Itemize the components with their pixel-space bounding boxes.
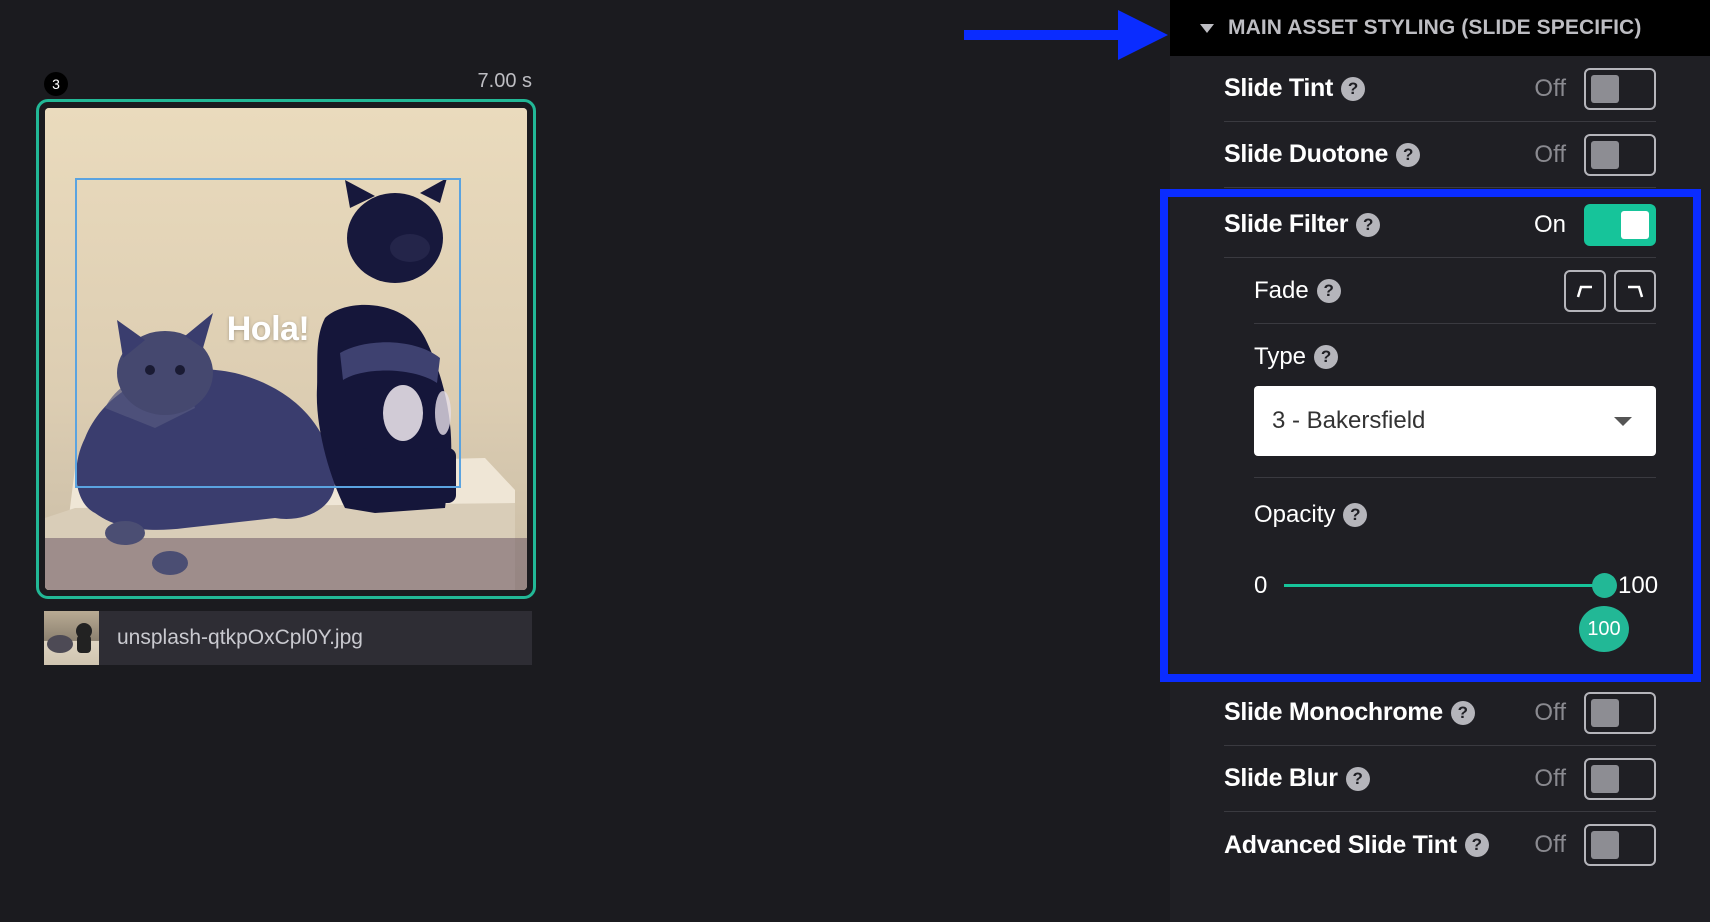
setting-label: Slide Tint — [1224, 74, 1334, 102]
caret-down-icon — [1200, 23, 1214, 33]
setting-label: Advanced Slide Tint — [1224, 830, 1457, 859]
toggle-knob — [1591, 831, 1619, 859]
toggle-state-text: Off — [1534, 764, 1566, 792]
slide-monochrome-toggle[interactable] — [1584, 691, 1656, 734]
slider-max-label: 100 — [1618, 572, 1659, 599]
help-icon[interactable]: ? — [1450, 700, 1475, 725]
styling-panel: MAIN ASSET STYLING (SLIDE SPECIFIC) Slid… — [1170, 0, 1710, 922]
opacity-slider-thumb[interactable] — [1592, 573, 1617, 598]
setting-slide-filter: Slide Filter ? On — [1224, 192, 1656, 258]
select-value: 3 - Bakersfield — [1272, 407, 1426, 434]
slide-number-badge: 3 — [44, 72, 68, 96]
asset-file-name: unsplash-qtkpOxCpl0Y.jpg — [117, 626, 363, 649]
toggle-state-text: Off — [1534, 831, 1566, 858]
filter-type-row: Type ? — [1254, 324, 1656, 390]
toggle-knob — [1591, 140, 1619, 169]
help-icon[interactable]: ? — [1464, 833, 1489, 857]
toggle-knob — [1591, 764, 1619, 793]
help-icon[interactable]: ? — [1316, 278, 1341, 303]
filter-fade-row: Fade ? — [1254, 258, 1656, 324]
setting-slide-blur: Slide Blur ? Off — [1224, 746, 1656, 812]
setting-label: Slide Filter — [1224, 210, 1349, 238]
fade-label: Fade — [1254, 276, 1309, 304]
toggle-knob — [1591, 698, 1619, 727]
slide-duration: 7.00 s — [477, 70, 532, 92]
help-icon[interactable]: ? — [1343, 503, 1368, 527]
divider — [1254, 477, 1656, 478]
slide-blur-toggle[interactable] — [1584, 757, 1656, 800]
setting-advanced-slide-tint: Advanced Slide Tint ? Off — [1224, 812, 1656, 878]
slider-min-label: 0 — [1254, 572, 1268, 599]
chevron-down-icon — [1614, 416, 1632, 426]
slide-filter-toggle[interactable] — [1584, 203, 1656, 246]
help-icon[interactable]: ? — [1396, 142, 1421, 167]
slide-preview[interactable]: Hola! — [36, 99, 536, 599]
asset-thumbnail — [44, 611, 99, 665]
fade-in-button[interactable] — [1564, 269, 1606, 312]
setting-slide-duotone: Slide Duotone ? Off — [1224, 122, 1656, 188]
slide-image: Hola! — [45, 108, 527, 590]
setting-slide-tint: Slide Tint ? Off — [1224, 56, 1656, 122]
filter-type-select[interactable]: 3 - Bakersfield — [1254, 386, 1656, 456]
slide-overlay-text[interactable]: Hola! — [75, 310, 461, 349]
toggle-knob — [1621, 210, 1649, 239]
section-title: MAIN ASSET STYLING (SLIDE SPECIFIC) — [1228, 16, 1642, 39]
annotation-arrow-shaft — [964, 30, 1124, 40]
section-header[interactable]: MAIN ASSET STYLING (SLIDE SPECIFIC) — [1170, 0, 1710, 56]
setting-label: Slide Blur — [1224, 764, 1338, 792]
help-icon[interactable]: ? — [1341, 76, 1366, 101]
asset-file-row[interactable]: unsplash-qtkpOxCpl0Y.jpg — [44, 611, 532, 665]
slide-duotone-toggle[interactable] — [1584, 133, 1656, 176]
toggle-knob — [1591, 74, 1619, 103]
fade-out-button[interactable] — [1614, 269, 1656, 312]
setting-label: Slide Monochrome — [1224, 698, 1443, 726]
opacity-label: Opacity — [1254, 501, 1336, 528]
toggle-state-text: Off — [1534, 698, 1566, 726]
fade-out-icon — [1628, 285, 1644, 297]
setting-label: Slide Duotone — [1224, 140, 1389, 168]
opacity-slider-track[interactable] — [1284, 584, 1604, 587]
toggle-state-text: On — [1533, 210, 1566, 238]
help-icon[interactable]: ? — [1356, 212, 1381, 237]
toggle-state-text: Off — [1534, 140, 1566, 168]
help-icon[interactable]: ? — [1314, 345, 1339, 369]
opacity-value-bubble: 100 — [1579, 606, 1629, 652]
slide-tint-toggle[interactable] — [1584, 67, 1656, 110]
advanced-slide-tint-toggle[interactable] — [1584, 824, 1656, 866]
type-label: Type — [1254, 343, 1307, 370]
help-icon[interactable]: ? — [1345, 766, 1370, 791]
arrow-right-icon — [1118, 10, 1168, 60]
filter-opacity-row: Opacity ? — [1254, 482, 1656, 548]
toggle-state-text: Off — [1534, 74, 1566, 102]
fade-in-icon — [1576, 285, 1592, 297]
setting-slide-monochrome: Slide Monochrome ? Off — [1224, 680, 1656, 746]
